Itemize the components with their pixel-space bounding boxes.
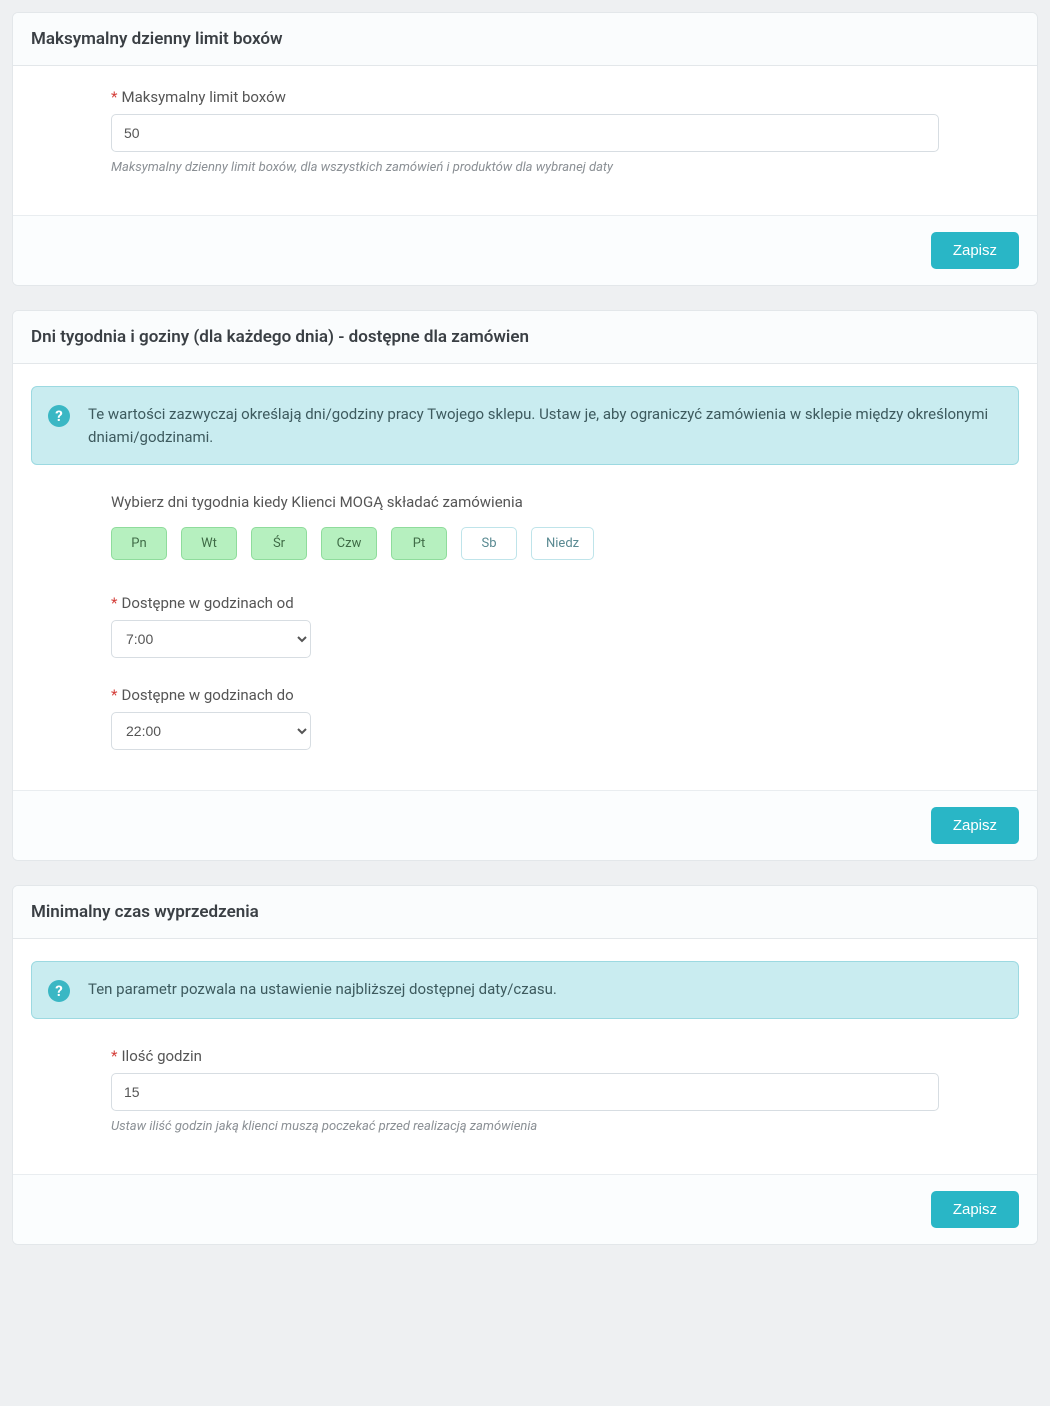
days-select-label: Wybierz dni tygodnia kiedy Klienci MOGĄ … [111, 493, 939, 511]
panel-title: Minimalny czas wyprzedzenia [13, 886, 1037, 939]
max-boxes-input[interactable] [111, 114, 939, 152]
day-chip-niedz[interactable]: Niedz [531, 527, 594, 560]
save-button[interactable]: Zapisz [931, 232, 1019, 269]
required-marker: * [111, 1047, 117, 1065]
hours-to-label: *Dostępne w godzinach do [111, 686, 939, 704]
info-box: ? Te wartości zazwyczaj określają dni/go… [31, 386, 1019, 465]
lead-hours-label: *Ilość godzin [111, 1047, 939, 1065]
panel-max-daily-boxes: Maksymalny dzienny limit boxów *Maksymal… [12, 12, 1038, 286]
panel-min-lead-time: Minimalny czas wyprzedzenia ? Ten parame… [12, 885, 1038, 1245]
required-marker: * [111, 88, 117, 106]
hours-to-select[interactable]: 22:00 [111, 712, 311, 750]
panel-days-hours: Dni tygodnia i goziny (dla każdego dnia)… [12, 310, 1038, 861]
panel-title: Dni tygodnia i goziny (dla każdego dnia)… [13, 311, 1037, 364]
day-chip-czw[interactable]: Czw [321, 527, 377, 560]
lead-hours-input[interactable] [111, 1073, 939, 1111]
question-icon: ? [48, 405, 70, 427]
hours-from-select[interactable]: 7:00 [111, 620, 311, 658]
day-chip-pn[interactable]: Pn [111, 527, 167, 560]
required-marker: * [111, 594, 117, 612]
info-text: Ten parametr pozwala na ustawienie najbl… [88, 978, 557, 1001]
question-icon: ? [48, 980, 70, 1002]
save-button[interactable]: Zapisz [931, 807, 1019, 844]
panel-title: Maksymalny dzienny limit boxów [13, 13, 1037, 66]
day-chip-sb[interactable]: Sb [461, 527, 517, 560]
day-chip-śr[interactable]: Śr [251, 527, 307, 560]
required-marker: * [111, 686, 117, 704]
info-text: Te wartości zazwyczaj określają dni/godz… [88, 403, 1000, 448]
lead-hours-help: Ustaw iliść godzin jaką klienci muszą po… [111, 1119, 939, 1134]
info-box: ? Ten parametr pozwala na ustawienie naj… [31, 961, 1019, 1019]
hours-from-label: *Dostępne w godzinach od [111, 594, 939, 612]
save-button[interactable]: Zapisz [931, 1191, 1019, 1228]
day-chip-pt[interactable]: Pt [391, 527, 447, 560]
day-chip-wt[interactable]: Wt [181, 527, 237, 560]
day-selector-row: Pn Wt Śr Czw Pt Sb Niedz [111, 527, 939, 560]
max-boxes-help: Maksymalny dzienny limit boxów, dla wszy… [111, 160, 939, 175]
max-boxes-label: *Maksymalny limit boxów [111, 88, 939, 106]
